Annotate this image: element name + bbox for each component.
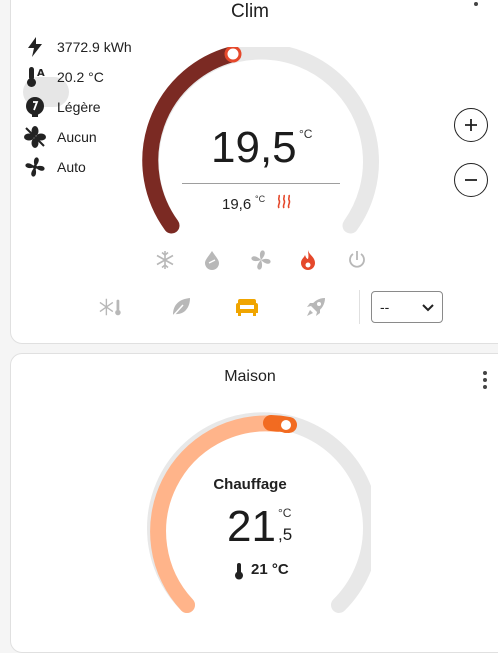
clim-attributes-list: 3772.9 kWh A 20.2 °C Légère Aucun Auto — [23, 32, 153, 192]
power-icon — [349, 251, 365, 268]
leaf-icon — [172, 298, 190, 317]
mode-heat-button[interactable] — [296, 248, 320, 272]
maison-target-temperature: 21 — [227, 502, 276, 551]
speed-badge-icon — [23, 95, 47, 119]
maison-card-title: Maison — [224, 368, 276, 385]
attribute-fan-speed[interactable]: Légère — [23, 95, 101, 119]
preset-eco-button[interactable] — [169, 295, 193, 319]
water-drop-icon — [205, 251, 219, 270]
maison-thermostat-card: Maison Chauffage 21 °C ,5 21 °C — [10, 353, 498, 653]
attribute-energy: 3772.9 kWh — [23, 35, 132, 59]
thermometer-snowflake-icon — [99, 298, 121, 316]
clim-current-temperature: 19,6 — [222, 196, 252, 213]
extra-mode-select[interactable]: -- — [371, 291, 443, 323]
snowflake-icon — [156, 251, 174, 269]
fan-off-icon — [23, 125, 47, 149]
thermometer-icon — [234, 562, 244, 585]
attribute-energy-value: 3772.9 kWh — [57, 39, 132, 55]
clim-more-menu-icon[interactable] — [473, 0, 479, 6]
thermometer-auto-icon: A — [23, 65, 47, 89]
maison-dial-handle[interactable] — [278, 417, 294, 433]
clim-target-temperature: 19,5 — [211, 123, 297, 172]
maison-current-temperature: 21 °C — [251, 561, 289, 578]
mode-fan-button[interactable] — [249, 248, 273, 272]
fan-icon — [23, 155, 47, 179]
rocket-icon — [307, 298, 325, 316]
clim-card-title: Clim — [231, 1, 269, 22]
mode-dry-button[interactable] — [200, 248, 224, 272]
mode-off-button[interactable] — [345, 248, 369, 272]
attribute-temperature: A 20.2 °C — [23, 65, 104, 89]
maison-target-decimal: ,5 — [278, 525, 293, 544]
temperature-increase-button[interactable] — [454, 108, 488, 142]
flash-icon — [23, 35, 47, 59]
clim-divider — [182, 183, 340, 184]
fire-icon — [301, 250, 315, 270]
temperature-decrease-button[interactable] — [454, 163, 488, 197]
attribute-fan-mode: Auto — [23, 155, 86, 179]
attribute-fan-speed-value: Légère — [57, 99, 101, 115]
attribute-swing: Aucun — [23, 125, 97, 149]
sofa-icon — [236, 299, 258, 316]
preset-comfort-button[interactable] — [235, 295, 259, 319]
maison-target-unit: °C — [278, 506, 292, 520]
preset-boost-button[interactable] — [304, 295, 328, 319]
heating-icon — [276, 194, 292, 215]
clim-current-unit: °C — [255, 194, 266, 204]
clim-thermostat-card: Clim 3772.9 kWh A 20.2 °C Légère Aucun A… — [10, 0, 498, 344]
extra-mode-select-value: -- — [380, 299, 390, 315]
clim-target-unit: °C — [299, 127, 313, 141]
maison-hvac-action: Chauffage — [213, 476, 287, 493]
maison-more-menu-icon[interactable] — [482, 371, 488, 389]
svg-text:A: A — [37, 68, 45, 79]
clim-dial-handle[interactable] — [224, 47, 242, 63]
mode-cool-button[interactable] — [153, 248, 177, 272]
attribute-fan-mode-value: Auto — [57, 159, 86, 175]
fan-icon — [251, 250, 271, 270]
chevron-down-icon — [422, 299, 434, 315]
attribute-temperature-value: 20.2 °C — [57, 69, 104, 85]
preset-divider — [359, 290, 360, 324]
preset-frost-button[interactable] — [99, 295, 123, 319]
attribute-swing-value: Aucun — [57, 129, 97, 145]
